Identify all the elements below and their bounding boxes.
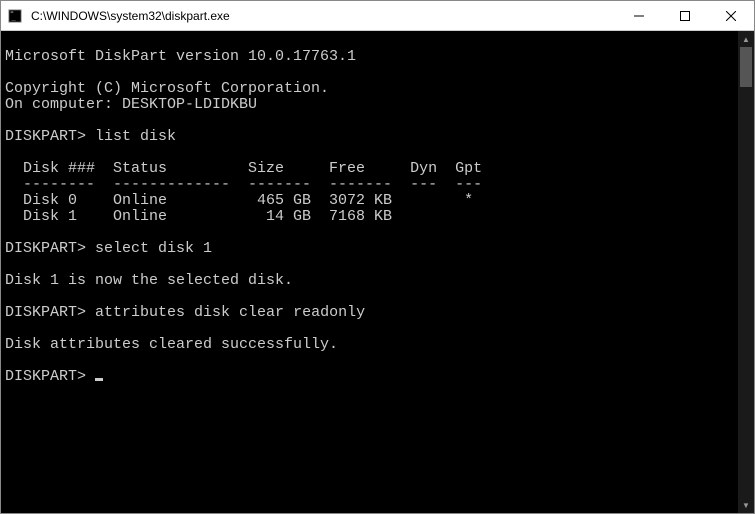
app-icon: _: [1, 1, 29, 31]
close-button[interactable]: [708, 1, 754, 30]
table-header: Disk ### Status Size Free Dyn Gpt: [5, 160, 482, 177]
window-title: C:\WINDOWS\system32\diskpart.exe: [29, 9, 616, 23]
prompt: DISKPART>: [5, 368, 86, 385]
terminal[interactable]: Microsoft DiskPart version 10.0.17763.1 …: [1, 31, 754, 513]
output-line: Microsoft DiskPart version 10.0.17763.1: [5, 48, 356, 65]
command: list disk: [95, 128, 176, 145]
output-line: Disk 1 is now the selected disk.: [5, 272, 293, 289]
minimize-button[interactable]: [616, 1, 662, 30]
prompt: DISKPART>: [5, 240, 86, 257]
output-line: On computer: DESKTOP-LDIDKBU: [5, 96, 257, 113]
titlebar[interactable]: _ C:\WINDOWS\system32\diskpart.exe: [1, 1, 754, 31]
window-controls: [616, 1, 754, 30]
scroll-down-icon[interactable]: ▼: [738, 497, 754, 513]
cursor: [95, 378, 103, 381]
prompt: DISKPART>: [5, 304, 86, 321]
scroll-up-icon[interactable]: ▲: [738, 31, 754, 47]
command: select disk 1: [95, 240, 212, 257]
terminal-output[interactable]: Microsoft DiskPart version 10.0.17763.1 …: [1, 31, 738, 513]
table-row: Disk 1 Online 14 GB 7168 KB: [5, 208, 392, 225]
scrollbar-thumb[interactable]: [740, 47, 752, 87]
command: attributes disk clear readonly: [95, 304, 365, 321]
prompt: DISKPART>: [5, 128, 86, 145]
output-line: Disk attributes cleared successfully.: [5, 336, 338, 353]
maximize-button[interactable]: [662, 1, 708, 30]
scrollbar[interactable]: ▲ ▼: [738, 31, 754, 513]
table-divider: -------- ------------- ------- ------- -…: [5, 176, 482, 193]
table-row: Disk 0 Online 465 GB 3072 KB *: [5, 192, 473, 209]
output-line: Copyright (C) Microsoft Corporation.: [5, 80, 329, 97]
